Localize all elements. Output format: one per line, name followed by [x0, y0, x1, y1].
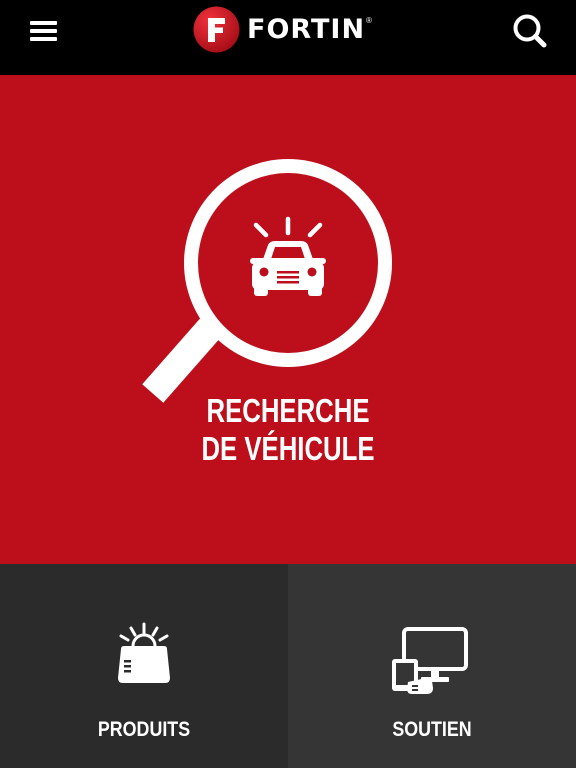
vehicle-search-banner[interactable]: RECHERCHE DE VÉHICULE: [0, 75, 576, 564]
brand-name: FORTIN: [247, 13, 366, 45]
support-tile[interactable]: SOUTIEN: [288, 564, 576, 768]
brand-logo[interactable]: FORTIN ®: [193, 6, 372, 52]
search-icon[interactable]: [511, 12, 549, 50]
logo-mark-icon: [193, 6, 240, 52]
hamburger-menu-icon[interactable]: [27, 17, 61, 45]
products-tile[interactable]: PRODUITS: [0, 564, 288, 768]
products-label: PRODUITS: [97, 718, 191, 741]
support-label: SOUTIEN: [392, 718, 472, 741]
support-devices-icon: [392, 627, 468, 694]
remote-starter-icon: [118, 622, 170, 683]
registered-mark: ®: [366, 15, 372, 25]
vehicle-search-title-line2: DE VÉHICULE: [201, 430, 375, 467]
magnifier-car-icon: [142, 159, 392, 403]
top-bar: FORTIN ®: [0, 0, 576, 75]
vehicle-search-title: RECHERCHE DE VÉHICULE: [63, 392, 512, 468]
vehicle-search-title-line1: RECHERCHE: [206, 392, 370, 429]
